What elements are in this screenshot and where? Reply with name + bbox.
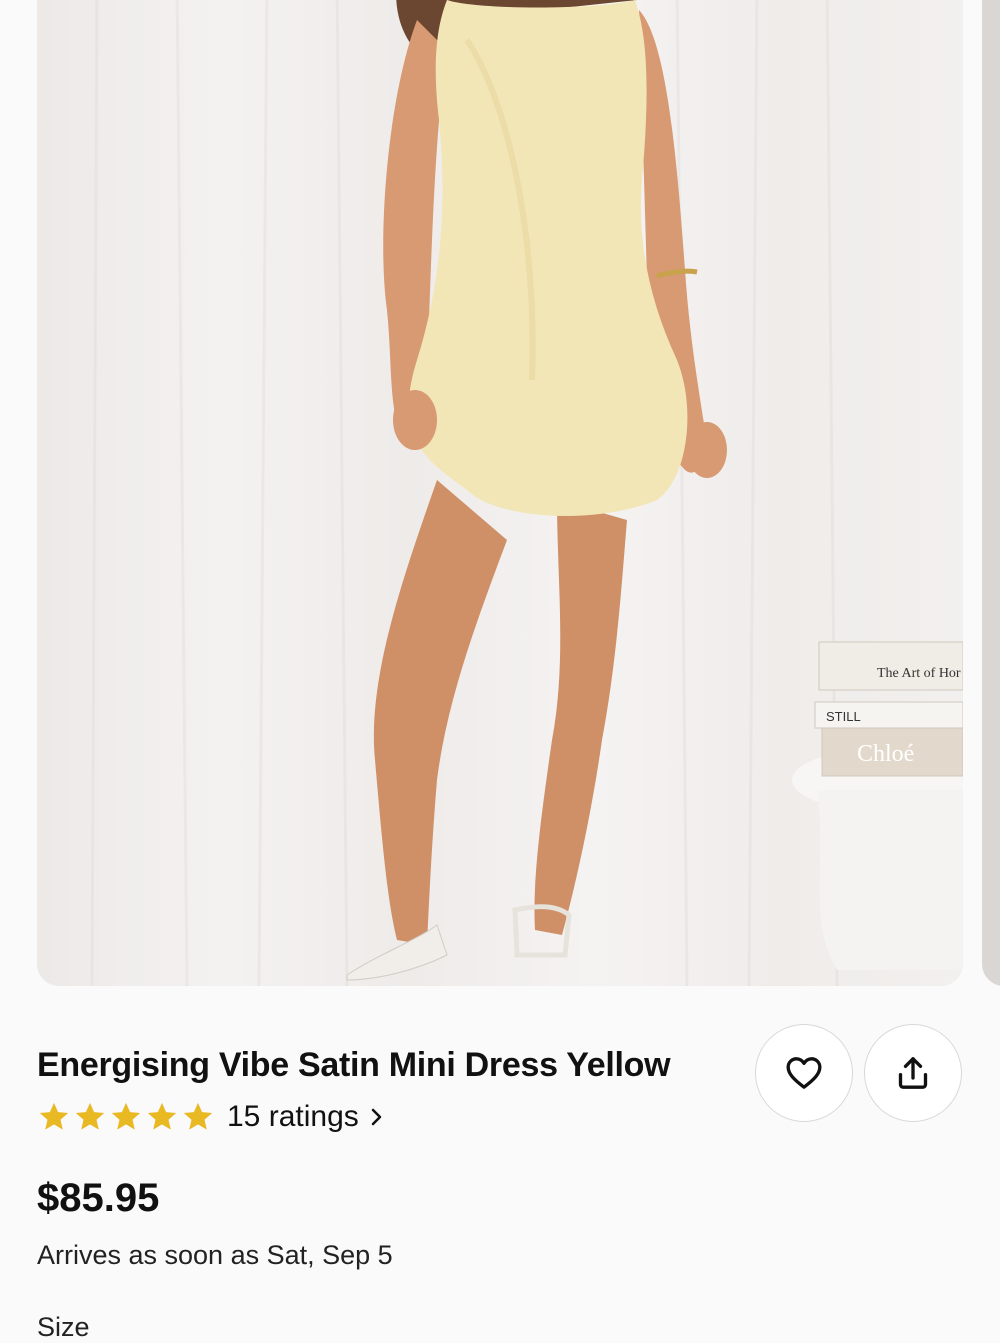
- product-image-gallery[interactable]: The Art of Hor STILL Chloé: [0, 0, 1000, 990]
- ratings-link[interactable]: 15 ratings: [227, 1100, 385, 1134]
- ratings-count: 15 ratings: [227, 1100, 359, 1133]
- share-button[interactable]: [864, 1024, 962, 1122]
- size-section-label: Size: [37, 1312, 90, 1342]
- book-title-chloe: Chloé: [857, 741, 914, 767]
- share-icon: [898, 1057, 928, 1089]
- star-icon: [111, 1102, 141, 1130]
- star-rating: [37, 1100, 215, 1134]
- star-icon: [39, 1102, 69, 1130]
- next-product-photo[interactable]: [982, 0, 1000, 986]
- book-title-still: STILL: [826, 709, 861, 724]
- star-icon: [75, 1102, 105, 1130]
- chevron-right-icon: [371, 1108, 381, 1126]
- product-title: Energising Vibe Satin Mini Dress Yellow: [37, 1046, 671, 1084]
- book-title-art-of: The Art of Hor: [877, 666, 961, 681]
- star-icon: [147, 1102, 177, 1130]
- favorite-button[interactable]: [755, 1024, 853, 1122]
- star-icon: [183, 1102, 213, 1130]
- heart-icon: [786, 1057, 822, 1089]
- product-photo[interactable]: The Art of Hor STILL Chloé: [37, 0, 963, 986]
- rating-row: 15 ratings: [37, 1100, 385, 1134]
- product-price: $85.95: [37, 1176, 160, 1220]
- model-illustration: The Art of Hor STILL Chloé: [90, 0, 963, 986]
- delivery-estimate: Arrives as soon as Sat, Sep 5: [37, 1240, 393, 1270]
